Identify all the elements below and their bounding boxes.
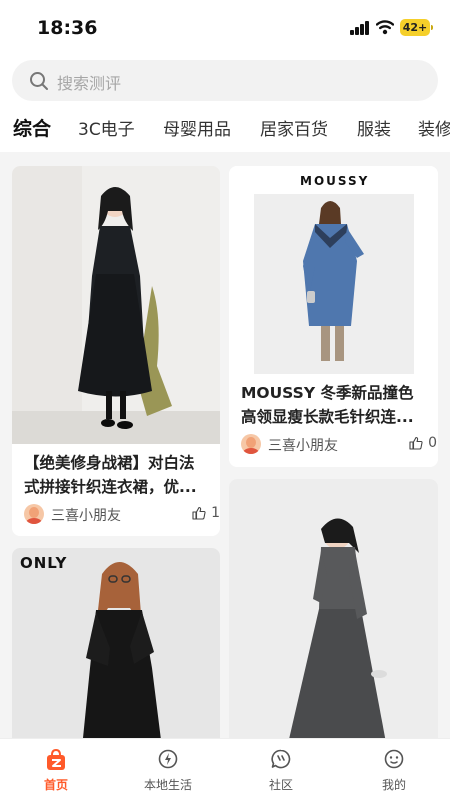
- nav-local-life[interactable]: 本地生活: [112, 739, 224, 800]
- card-title: MOUSSY 冬季新品撞色 高领显瘦长款毛针织连...: [241, 381, 431, 429]
- product-image: [229, 166, 438, 376]
- lightning-icon: [158, 749, 178, 769]
- smile-face-icon: [384, 749, 404, 769]
- nav-label: 社区: [268, 778, 293, 792]
- app-screen: 18:36 42+ 搜索测评 综合 3C电子 母婴用品 居家百货 服装 装修 【…: [0, 0, 450, 800]
- bottom-nav: 首页 本地生活 社区 我的: [0, 738, 450, 800]
- nav-profile[interactable]: 我的: [338, 739, 450, 800]
- battery-icon: 42+: [400, 19, 433, 36]
- feed-card[interactable]: ONLY: [12, 548, 220, 748]
- search-input[interactable]: 搜索测评: [12, 60, 438, 101]
- title-line: 【绝美修身战裙】对白法: [24, 454, 195, 472]
- like-number: 1: [211, 505, 220, 521]
- feed-card[interactable]: 【绝美修身战裙】对白法 式拼接针织连衣裙，优... 三喜小朋友 1: [12, 166, 220, 536]
- nav-label: 我的: [381, 778, 406, 792]
- thumbs-up-icon: [192, 506, 206, 520]
- avatar[interactable]: [241, 434, 261, 454]
- tab-baby[interactable]: 母婴用品: [163, 115, 231, 140]
- wifi-icon: [375, 19, 395, 35]
- tab-electronics[interactable]: 3C电子: [78, 115, 135, 140]
- status-bar: 18:36 42+: [0, 0, 450, 56]
- card-meta: 三喜小朋友 1: [24, 504, 220, 526]
- nav-label: 首页: [43, 778, 68, 792]
- chat-icon: [271, 749, 291, 769]
- header: 18:36 42+ 搜索测评 综合 3C电子 母婴用品 居家百货 服装 装修: [0, 0, 450, 254]
- title-line: 式拼接针织连衣裙，优...: [24, 478, 197, 496]
- avatar[interactable]: [24, 504, 44, 524]
- category-tabs: 综合 3C电子 母婴用品 居家百货 服装 装修: [0, 112, 450, 254]
- search-placeholder: 搜索测评: [57, 74, 122, 93]
- product-image: [12, 548, 220, 748]
- like-count[interactable]: 0: [409, 435, 437, 451]
- nav-community[interactable]: 社区: [225, 739, 337, 800]
- like-number: 0: [428, 435, 437, 451]
- like-count[interactable]: 1: [192, 505, 220, 521]
- tab-general[interactable]: 综合: [13, 114, 51, 141]
- nav-home[interactable]: 首页: [0, 739, 112, 800]
- brand-logo: MOUSSY: [300, 174, 370, 188]
- nav-label: 本地生活: [143, 778, 192, 792]
- signal-icon: [350, 21, 370, 35]
- title-line: MOUSSY 冬季新品撞色: [241, 384, 414, 402]
- tab-clothing[interactable]: 服装: [357, 115, 391, 140]
- home-bag-icon: [47, 749, 65, 770]
- product-image: [12, 166, 220, 444]
- author-name[interactable]: 三喜小朋友: [51, 505, 121, 525]
- thumbs-up-icon: [409, 436, 423, 450]
- tab-home[interactable]: 居家百货: [260, 115, 328, 140]
- feed-card[interactable]: [229, 479, 438, 748]
- author-name[interactable]: 三喜小朋友: [268, 435, 338, 455]
- status-time: 18:36: [37, 17, 98, 39]
- search-icon: [30, 72, 48, 90]
- tab-decoration[interactable]: 装修: [418, 115, 450, 140]
- product-image: [229, 479, 438, 748]
- title-line: 高领显瘦长款毛针织连...: [241, 408, 414, 426]
- feed-card[interactable]: MOUSSY MOUSSY 冬季新品撞色 高领显瘦长款毛针织连... 三喜小朋友…: [229, 166, 438, 467]
- card-title: 【绝美修身战裙】对白法 式拼接针织连衣裙，优...: [24, 451, 214, 499]
- card-meta: 三喜小朋友 0: [241, 434, 437, 456]
- brand-logo: ONLY: [20, 554, 68, 572]
